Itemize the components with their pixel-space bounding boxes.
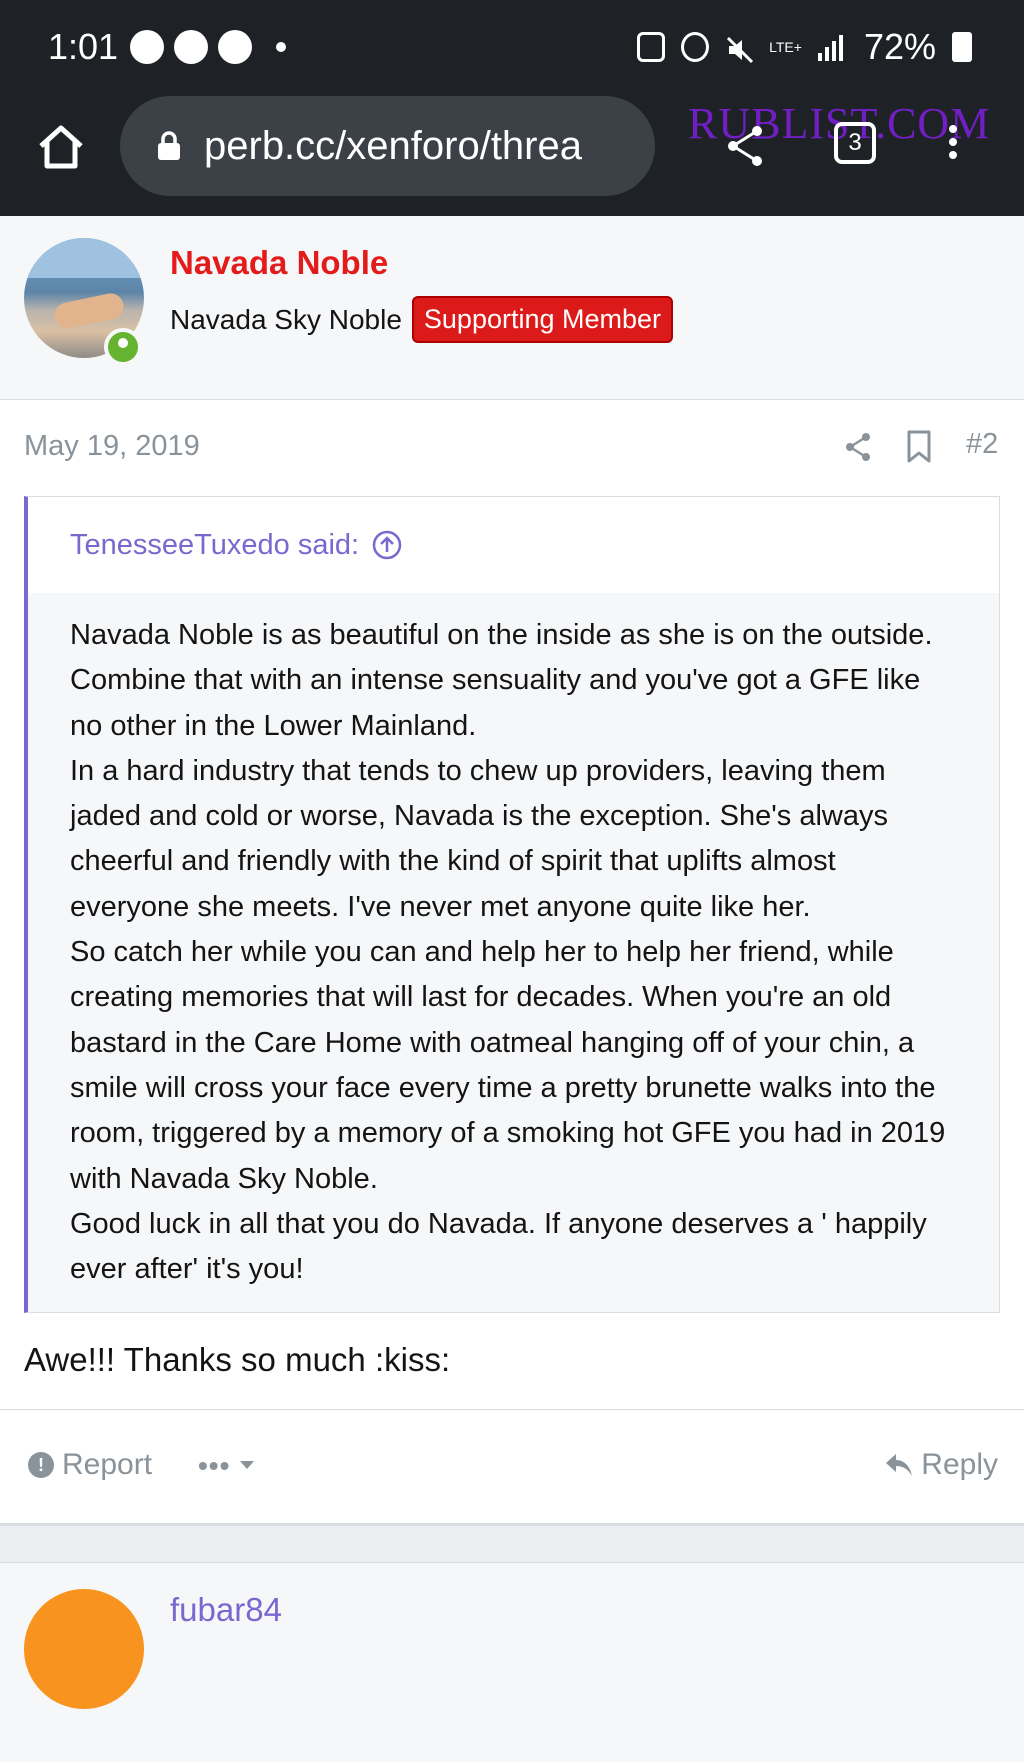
status-bar: 1:01 LTE+ 72% (0, 0, 1024, 96)
post-number-link[interactable]: #2 (966, 428, 998, 461)
mute-icon (725, 32, 754, 64)
chrome-icon (218, 30, 252, 64)
jump-to-quote-icon[interactable] (371, 529, 403, 561)
quote-paragraph: So catch her while you can and help her … (70, 936, 946, 1195)
lock-icon (158, 131, 180, 160)
quote-author[interactable]: TenesseeTuxedo said: (70, 529, 359, 562)
signal-icon (817, 35, 843, 61)
post-date-link[interactable]: May 19, 2019 (24, 430, 200, 463)
quote-content: Navada Noble is as beautiful on the insi… (28, 593, 999, 1312)
address-bar[interactable]: perb.cc/xenforo/threa (120, 96, 655, 196)
quote-block: TenesseeTuxedo said: Navada Noble is as … (24, 496, 1000, 1314)
recycle-icon (637, 32, 666, 62)
battery-icon (952, 32, 972, 62)
alarm-icon (681, 32, 710, 62)
author-title: Navada Sky Noble (170, 303, 402, 335)
quote-paragraph: In a hard industry that tends to chew up… (70, 754, 889, 923)
reply-button[interactable]: Reply (885, 1448, 998, 1482)
clock: 1:01 (48, 26, 119, 67)
post: May 19, 2019 #2 TenesseeTuxedo said: Nav… (0, 400, 1024, 1525)
next-post-author-block: fubar84 (0, 1562, 1024, 1762)
overflow-menu-icon[interactable] (948, 120, 958, 170)
url-text: perb.cc/xenforo/threa (204, 123, 582, 168)
post-author-block: Navada Noble Navada Sky Noble Supporting… (0, 216, 1024, 400)
thread-page: Navada Noble Navada Sky Noble Supporting… (0, 216, 1024, 1762)
bookmark-icon[interactable] (906, 430, 932, 464)
notification-icons (130, 30, 286, 64)
home-icon[interactable] (36, 122, 86, 172)
share-post-icon[interactable] (844, 432, 872, 462)
post-separator (0, 1524, 1024, 1563)
reply-label: Reply (921, 1448, 998, 1482)
avatar[interactable] (24, 1589, 144, 1710)
online-status-icon (104, 328, 142, 366)
system-icons: LTE+ 72% (637, 26, 972, 68)
quote-paragraph: Good luck in all that you do Navada. If … (70, 1207, 927, 1286)
post-meta: May 19, 2019 #2 (0, 400, 1024, 496)
messages-icon (130, 30, 164, 64)
share-icon[interactable] (725, 124, 765, 168)
quote-paragraph: Navada Noble is as beautiful on the insi… (70, 619, 933, 742)
report-button[interactable]: ! Report (28, 1448, 152, 1482)
battery-percent: 72% (863, 26, 936, 67)
quote-header[interactable]: TenesseeTuxedo said: (28, 497, 999, 593)
report-label: Report (62, 1448, 153, 1482)
caret-down-icon (240, 1461, 255, 1470)
more-dots-icon: ••• (198, 1450, 231, 1482)
more-options-button[interactable]: ••• (198, 1450, 255, 1482)
browser-toolbar: perb.cc/xenforo/threa RUBLIST.COM 3 (0, 96, 1024, 216)
post-message: Awe!!! Thanks so much :kiss: (24, 1341, 451, 1379)
chrome-icon (174, 30, 208, 64)
author-name-link[interactable]: Navada Noble (170, 244, 388, 282)
member-badge: Supporting Member (411, 296, 674, 343)
post-actions-bar: ! Report ••• Reply (0, 1409, 1024, 1524)
author-title-row: Navada Sky Noble Supporting Member (170, 296, 674, 343)
reply-arrow-icon (886, 1454, 913, 1477)
lte-indicator: LTE+ (769, 39, 802, 55)
alert-icon: ! (28, 1452, 54, 1479)
author-name-link[interactable]: fubar84 (170, 1591, 282, 1629)
more-notifications-icon (276, 42, 286, 52)
tab-switcher-button[interactable]: 3 (834, 122, 876, 164)
